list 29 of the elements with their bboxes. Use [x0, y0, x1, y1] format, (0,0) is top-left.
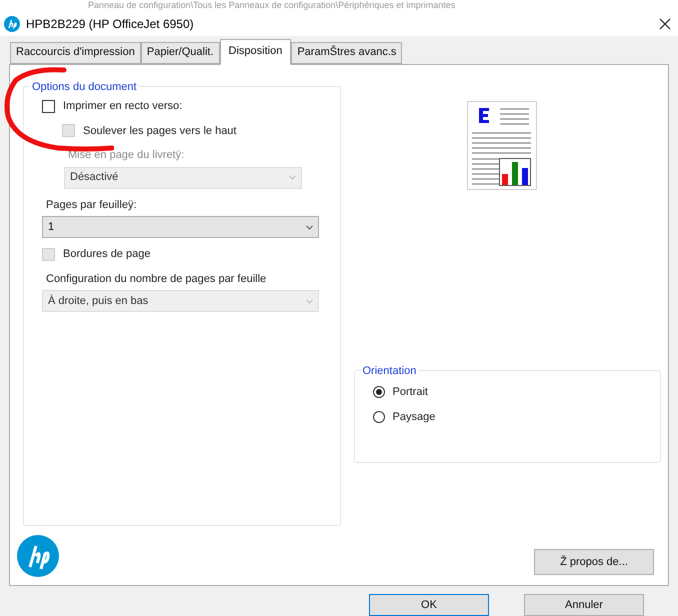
dropdown-label: Mise en page du livretÿ: — [67, 148, 186, 164]
logo-icon — [17, 535, 59, 577]
chevron-down-icon — [289, 175, 296, 180]
dropdown[interactable]: 1 — [42, 216, 319, 238]
tab[interactable]: Disposition — [220, 38, 292, 65]
checkbox-label: Soulever les pages vers le haut — [83, 124, 236, 139]
dialog-button[interactable]: Annuler — [524, 594, 644, 616]
radio-button[interactable] — [372, 386, 384, 398]
tab[interactable]: Papier/Qualit. — [140, 42, 220, 64]
radio-label: Paysage — [392, 410, 436, 425]
group-title: Orientation — [362, 364, 418, 379]
chevron-down-icon — [306, 224, 313, 230]
logo-icon — [4, 16, 20, 32]
dropdown-label: Pages par feuilleÿ: — [45, 198, 138, 213]
group-title: Options du document — [31, 80, 138, 95]
radio-button[interactable] — [372, 410, 384, 423]
background-path-text: Panneau de configuration\Tous les Panneaux de configuration\Périphériques et imprimantes — [88, 0, 456, 11]
dialog-button[interactable]: OK — [369, 594, 489, 616]
checkbox-label: Bordures de page — [63, 247, 150, 262]
radio-label: Portrait — [392, 385, 428, 400]
tab[interactable]: ParamŠtres avanc.s — [291, 42, 402, 64]
window-title: HPB2B229 (HP OfficeJet 6950) — [26, 16, 194, 33]
about-button[interactable]: Ž propos de... — [534, 549, 654, 575]
dropdown-label: Configuration du nombre de pages par feuille — [45, 272, 268, 287]
checkbox-label: Imprimer en recto verso: — [63, 99, 182, 114]
close-icon[interactable] — [659, 18, 671, 30]
chevron-down-icon — [306, 298, 313, 304]
tab[interactable]: Raccourcis d'impression — [10, 42, 141, 64]
checkbox[interactable] — [42, 100, 55, 113]
